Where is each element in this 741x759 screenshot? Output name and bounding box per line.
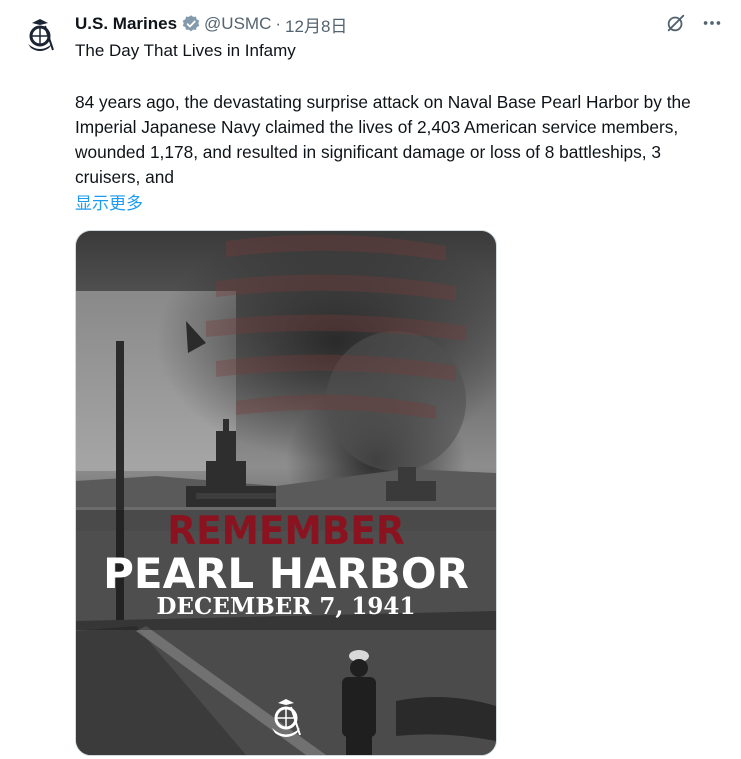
remember-text: REMEMBER	[167, 509, 405, 554]
post-header: U.S. Marines @USMC · 12月8日	[75, 12, 347, 36]
more-options-icon[interactable]	[701, 12, 723, 34]
display-name[interactable]: U.S. Marines	[75, 14, 177, 34]
usmc-emblem-icon	[19, 14, 61, 56]
post-date[interactable]: 12月8日	[285, 12, 347, 37]
grok-icon[interactable]	[665, 12, 687, 34]
handle[interactable]: @USMC	[204, 14, 271, 34]
verified-badge-icon	[181, 14, 201, 34]
avatar[interactable]	[19, 14, 61, 56]
post-body-text: 84 years ago, the devastating surprise a…	[75, 92, 691, 187]
december-date-text: DECEMBER 7, 1941	[156, 593, 416, 620]
post-media-image[interactable]: REMEMBER PEARL HARBOR DECEMBER 7, 1941	[75, 230, 497, 756]
show-more-link[interactable]: 显示更多	[75, 189, 143, 214]
pearl-harbor-photo	[76, 231, 496, 755]
post-top-actions	[665, 12, 723, 34]
pearl-harbor-text: PEARL HARBOR	[103, 549, 469, 598]
separator-dot: ·	[275, 14, 282, 33]
post-title-line: The Day That Lives in Infamy	[75, 41, 296, 60]
usmc-emblem-icon	[272, 699, 301, 737]
